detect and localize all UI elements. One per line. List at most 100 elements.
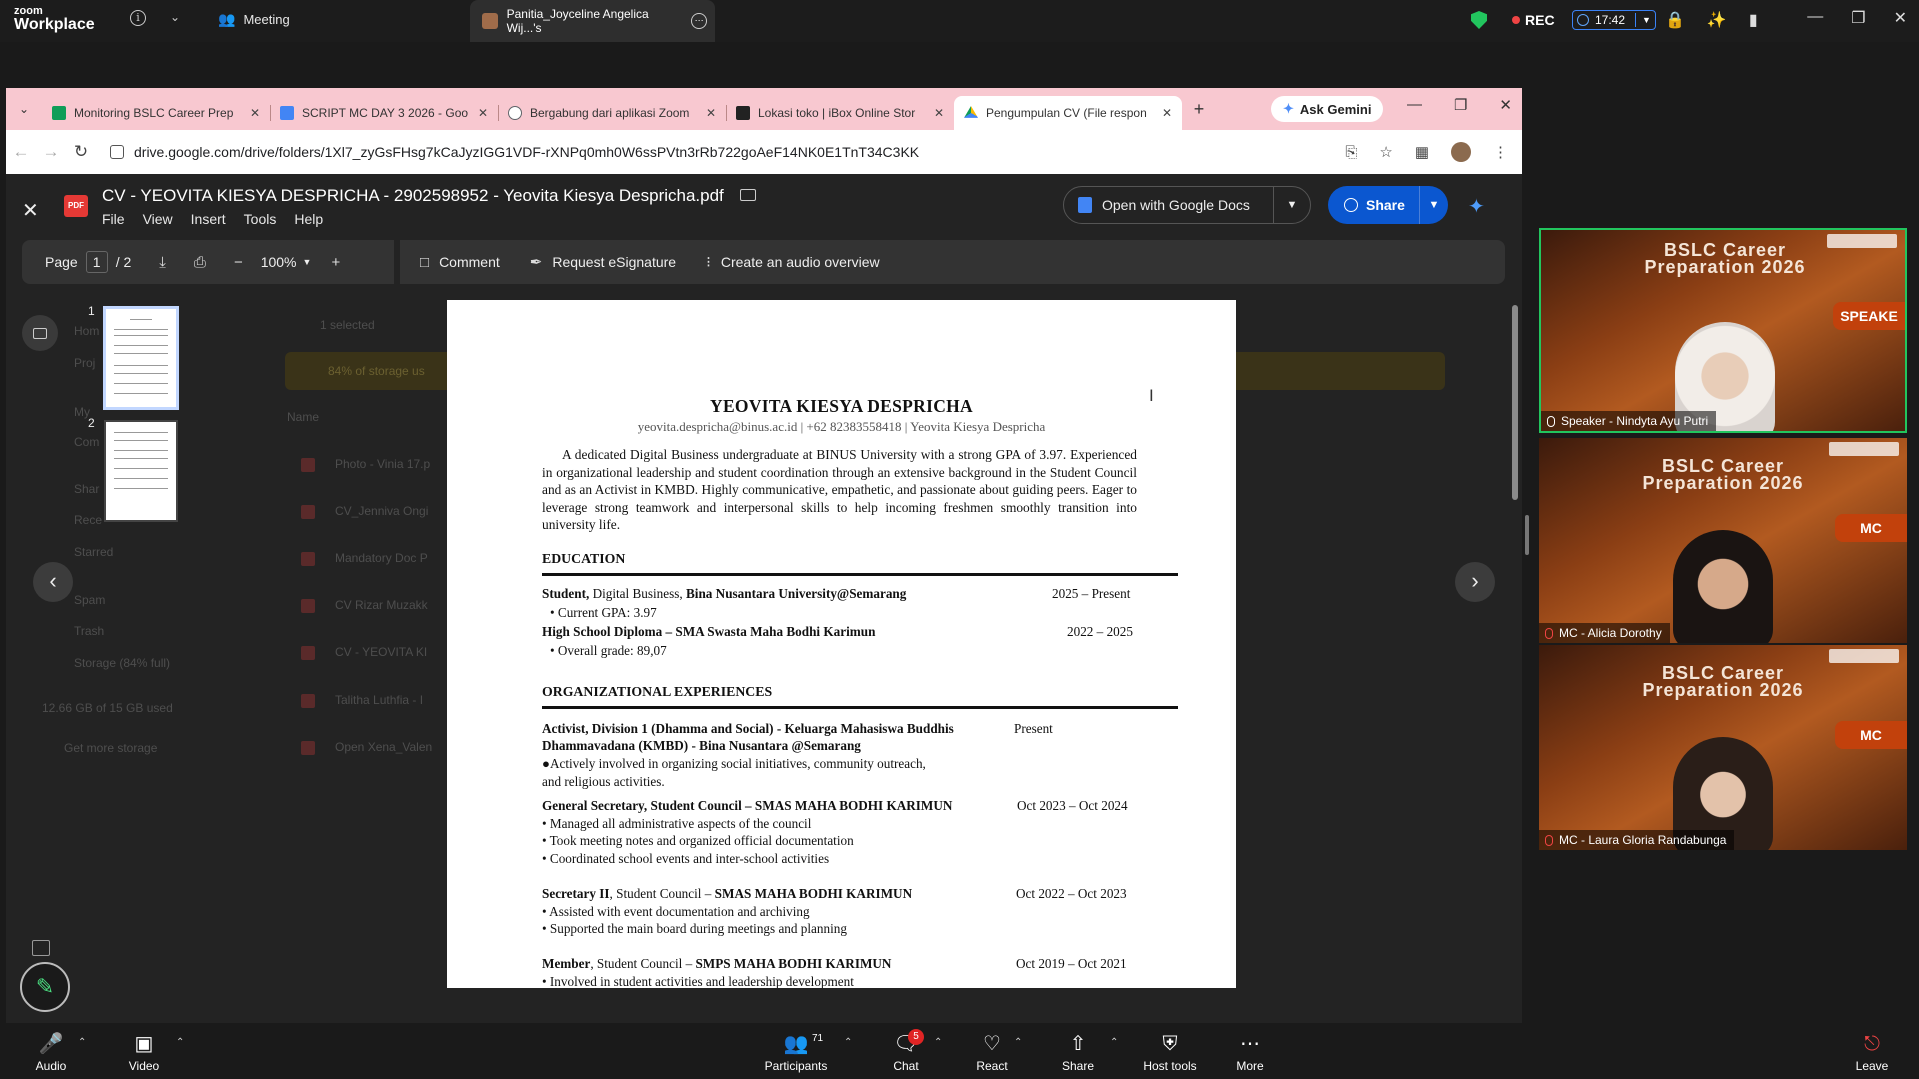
view-icon[interactable]: ▮ — [1749, 10, 1758, 30]
video-options-caret-icon[interactable]: ⌃ — [176, 1037, 184, 1048]
docs-icon — [1078, 197, 1092, 213]
download-icon[interactable]: ⤓ — [159, 254, 166, 271]
browser-tab[interactable]: Lokasi toko | iBox Online Stor ✕ — [726, 96, 954, 130]
thumb-line — [114, 373, 168, 374]
participant-tile-speaker[interactable]: BSLC Career Preparation 2026 SPEAKE Speak… — [1539, 228, 1907, 433]
image-panel-button[interactable] — [22, 315, 58, 351]
url-field[interactable]: drive.google.com/drive/folders/1Xl7_zyGs… — [104, 137, 1284, 167]
security-shield-icon[interactable] — [1471, 11, 1487, 29]
audio-button[interactable]: 🎤 Audio — [34, 1031, 68, 1073]
education-bullet: • Overall grade: 89,07 — [550, 643, 667, 658]
close-icon[interactable]: ✕ — [934, 106, 944, 120]
outline-icon[interactable] — [32, 940, 50, 956]
kebab-menu-icon[interactable]: ⋮ — [1493, 143, 1508, 161]
close-icon[interactable]: ✕ — [1499, 96, 1512, 114]
chat-unread-badge: 5 — [908, 1029, 924, 1045]
participants-caret-icon[interactable]: ⌃ — [844, 1037, 852, 1048]
recording-indicator[interactable]: REC — [1512, 12, 1555, 28]
extensions-icon[interactable]: ▦ — [1415, 143, 1429, 161]
chevron-down-icon[interactable]: ▼ — [1420, 199, 1448, 211]
back-button[interactable]: ← — [6, 142, 36, 162]
bookmark-star-icon[interactable]: ☆ — [1379, 143, 1392, 161]
chevron-down-icon[interactable]: ▼ — [1274, 199, 1310, 211]
role-badge: MC — [1835, 514, 1907, 542]
close-icon[interactable]: ✕ — [1894, 8, 1907, 28]
next-file-button[interactable]: › — [1455, 562, 1495, 602]
caret-down-icon: ▼ — [302, 257, 312, 267]
page-number-input[interactable]: 1 — [85, 251, 108, 273]
video-button[interactable]: ▣ Video — [124, 1031, 164, 1073]
minimize-icon[interactable]: — — [1407, 96, 1422, 114]
menu-tools[interactable]: Tools — [244, 211, 277, 227]
print-icon[interactable]: ⎙ — [194, 254, 206, 271]
profile-avatar[interactable] — [1451, 142, 1471, 162]
restore-icon[interactable]: ❐ — [1454, 96, 1467, 114]
chat-caret-icon[interactable]: ⌃ — [934, 1037, 942, 1048]
zoom-select[interactable]: 100% ▼ — [261, 254, 312, 270]
audio-overview-button[interactable]: ⁝ Create an audio overview — [706, 253, 880, 271]
menu-view[interactable]: View — [143, 211, 173, 227]
browser-tab[interactable]: Monitoring BSLC Career Prep ✕ — [42, 96, 270, 130]
react-caret-icon[interactable]: ⌃ — [1014, 1037, 1022, 1048]
chevron-down-icon[interactable]: ⌄ — [170, 10, 180, 24]
share-button[interactable]: Share ▼ — [1328, 186, 1448, 224]
restore-icon[interactable]: ❐ — [1851, 8, 1865, 28]
folder-icon[interactable] — [740, 189, 756, 201]
more-button[interactable]: ⋯ More — [1232, 1031, 1268, 1073]
browser-tab[interactable]: SCRIPT MC DAY 3 2026 - Goo ✕ — [270, 96, 498, 130]
share-screen-button[interactable]: ⇧ Share — [1058, 1031, 1098, 1073]
previous-file-button[interactable]: ‹ — [33, 562, 73, 602]
chrome-window-controls: — ❐ ✕ — [1407, 96, 1512, 114]
install-icon[interactable]: ⎘ — [1345, 144, 1357, 161]
participant-tile[interactable]: BSLC Career Preparation 2026 MC MC - Alic… — [1539, 438, 1907, 643]
share-caret-icon[interactable]: ⌃ — [1110, 1037, 1118, 1048]
menu-insert[interactable]: Insert — [191, 211, 226, 227]
zoom-out-icon[interactable]: − — [234, 254, 243, 271]
request-esignature-button[interactable]: ✒ Request eSignature — [530, 253, 676, 271]
audio-label: Audio — [35, 1059, 67, 1073]
scrollbar[interactable] — [1512, 305, 1518, 500]
page-thumbnail-2[interactable] — [104, 420, 178, 522]
comment-button[interactable]: □ Comment — [420, 254, 500, 271]
close-icon[interactable]: ✕ — [706, 106, 716, 120]
menu-file[interactable]: File — [102, 211, 125, 227]
sparkle-icon[interactable]: ✨ — [1707, 10, 1727, 30]
meeting-timer[interactable]: 17:42 ▼ — [1572, 10, 1656, 30]
gemini-sparkle-icon[interactable]: ✦ — [1468, 194, 1485, 219]
reload-button[interactable]: ↻ — [66, 142, 96, 162]
forward-button[interactable]: → — [36, 142, 66, 162]
close-icon[interactable]: ✕ — [250, 106, 260, 120]
meeting-tab[interactable]: 👥 Meeting — [218, 11, 290, 28]
browser-tab[interactable]: Bergabung dari aplikasi Zoom ✕ — [498, 96, 726, 130]
audio-options-caret-icon[interactable]: ⌃ — [78, 1037, 86, 1048]
ask-gemini-button[interactable]: ✦ Ask Gemini — [1271, 96, 1384, 122]
close-icon[interactable]: ✕ — [478, 106, 488, 120]
zoom-in-icon[interactable]: + — [331, 254, 340, 271]
close-viewer-button[interactable]: ✕ — [22, 198, 39, 223]
open-with-google-docs-button[interactable]: Open with Google Docs ▼ — [1063, 186, 1311, 224]
menu-help[interactable]: Help — [294, 211, 323, 227]
tab-search-icon[interactable]: ⌄ — [6, 102, 42, 116]
minimize-icon[interactable]: — — [1807, 8, 1823, 28]
page-thumbnail-1[interactable] — [103, 306, 179, 410]
leave-button[interactable]: ⎋ Leave — [1854, 1031, 1890, 1073]
event-title-line2: Preparation 2026 — [1642, 680, 1804, 700]
info-icon[interactable]: i — [130, 10, 146, 26]
pdf-icon — [301, 552, 315, 566]
annotate-pencil-button[interactable]: ✎ — [20, 962, 70, 1012]
scrollbar[interactable] — [1525, 515, 1529, 555]
sidebar-item-shared: Shar — [74, 482, 100, 496]
chevron-down-icon[interactable]: ▼ — [1642, 15, 1651, 25]
site-info-icon[interactable] — [110, 145, 124, 159]
new-tab-button[interactable]: + — [1182, 99, 1216, 120]
participant-tile[interactable]: BSLC Career Preparation 2026 MC MC - Laur… — [1539, 645, 1907, 850]
close-icon[interactable]: ✕ — [1162, 106, 1172, 120]
esign-label: Request eSignature — [552, 254, 677, 270]
more-options-icon[interactable]: ⋯ — [691, 13, 707, 29]
sponsor-logos — [1829, 649, 1899, 663]
react-button[interactable]: ♡ React — [972, 1031, 1012, 1073]
host-tools-button[interactable]: ⛨ Host tools — [1140, 1031, 1200, 1073]
lock-icon[interactable]: 🔒 — [1665, 10, 1685, 30]
browser-tab-active[interactable]: Pengumpulan CV (File respon ✕ — [954, 96, 1182, 130]
screen-share-tab[interactable]: Panitia_Joyceline Angelica Wij...'s ⋯ — [470, 0, 715, 42]
